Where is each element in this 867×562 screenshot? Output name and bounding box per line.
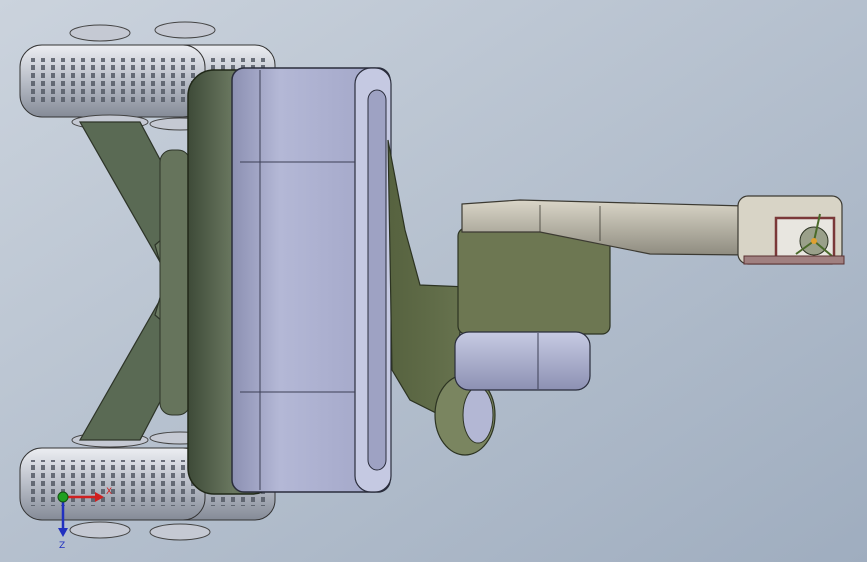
lower-hub-cap: [149, 523, 211, 541]
lower-tyre-tread: [30, 460, 200, 506]
upper-hub-cap: [69, 24, 131, 42]
axis-y-dot: [57, 491, 69, 503]
shoulder-shaft: [454, 331, 591, 391]
drum-inner-rim: [367, 89, 387, 471]
gripper-center: [811, 238, 817, 244]
arm-joint-bore: [462, 386, 494, 444]
wrist-flange: [743, 255, 845, 265]
axis-z-label: Z: [59, 541, 65, 551]
frame-spine: [159, 149, 191, 416]
shoulder-housing: [457, 227, 611, 335]
axis-x-label: X: [106, 487, 112, 497]
main-drum-body[interactable]: [187, 67, 392, 495]
upper-tyre-tread: [30, 58, 200, 104]
lower-hub-cap: [69, 521, 131, 539]
upper-hub-cap: [154, 21, 216, 39]
cad-viewport[interactable]: X Z: [0, 0, 867, 562]
